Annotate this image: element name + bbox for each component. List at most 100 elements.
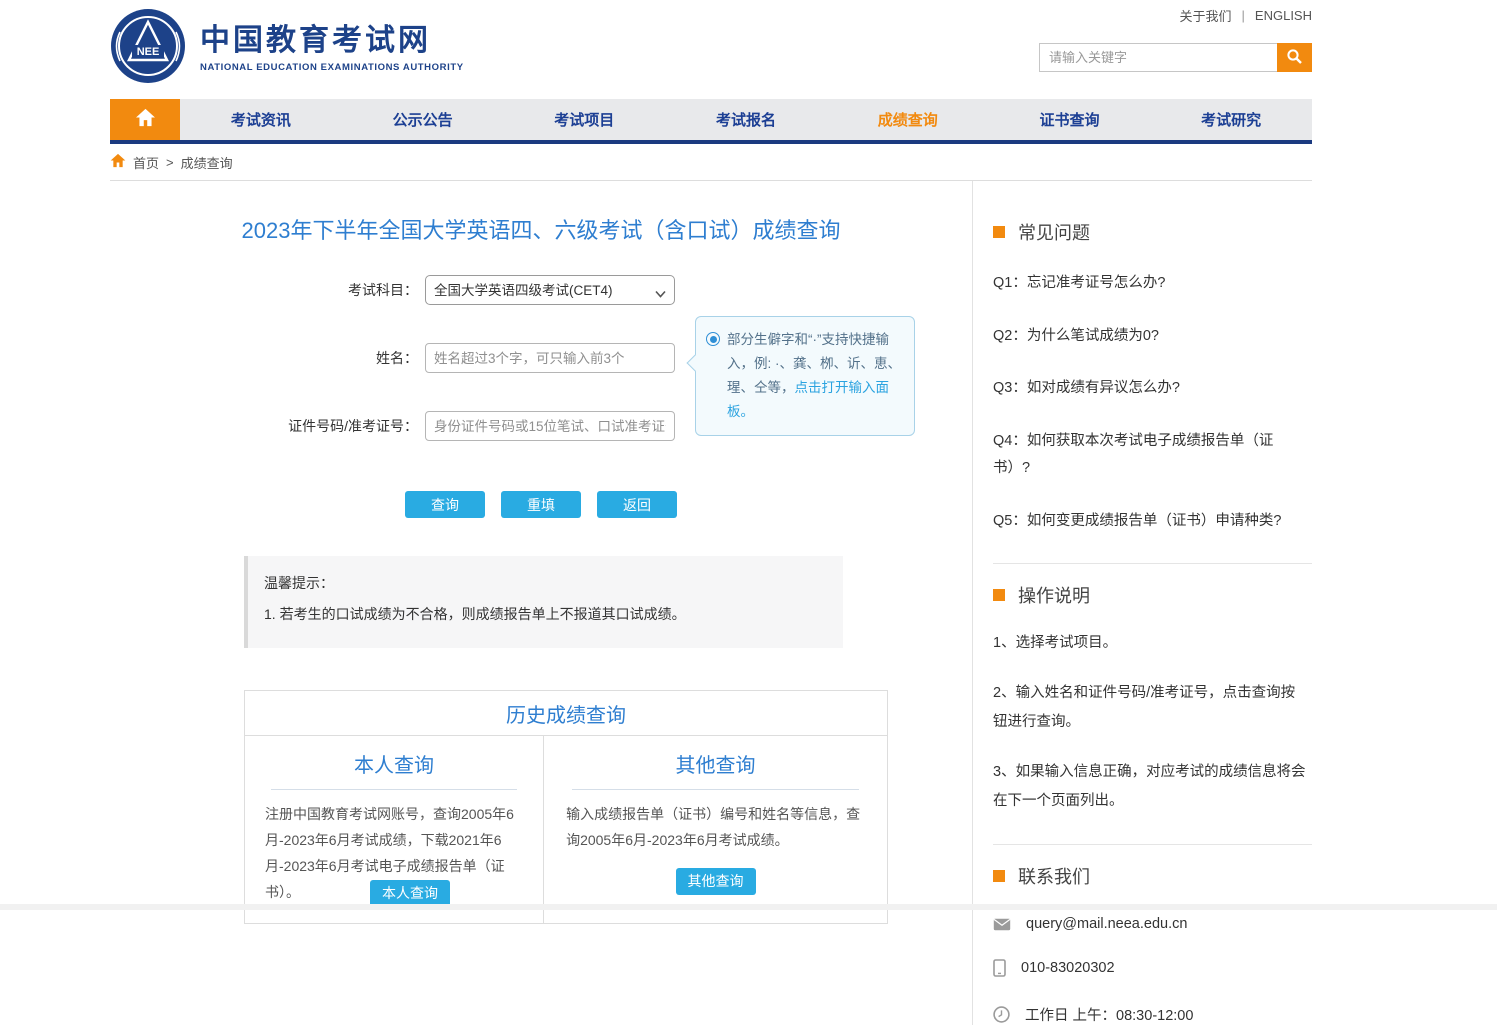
home-icon <box>135 108 156 132</box>
other-query-button[interactable]: 其他查询 <box>676 868 756 895</box>
self-query-rule <box>271 789 517 790</box>
breadcrumb-separator: > <box>166 155 174 170</box>
form-buttons: 查询 重填 返回 <box>110 491 972 518</box>
nav-item-exam-research[interactable]: 考试研究 <box>1150 99 1312 140</box>
history-columns: 本人查询 注册中国教育考试网账号，查询2005年6月-2023年6月考试成绩，下… <box>245 736 887 923</box>
name-row: 姓名： 部分生僻字和“·”支持快捷输入，例: ·、龚、栁、䜣、恵、瑆、仝等，点击… <box>110 343 972 373</box>
faq-item-q1[interactable]: Q1：忘记准考证号怎么办? <box>993 270 1312 298</box>
breadcrumb-home-link[interactable]: 首页 <box>133 153 159 172</box>
subject-row: 考试科目： 全国大学英语四级考试(CET4) <box>110 275 972 305</box>
id-number-input[interactable] <box>425 411 675 441</box>
tooltip-arrow <box>687 355 704 372</box>
contact-heading: 联系我们 <box>993 863 1312 889</box>
contact-hours: 工作日 上午：08:30-12:00 <box>1025 1004 1193 1025</box>
search-input[interactable] <box>1039 43 1277 72</box>
top-links: 关于我们 | ENGLISH <box>1180 6 1312 25</box>
instruction-step-1: 1、选择考试项目。 <box>993 629 1312 658</box>
contact-hours-row: 工作日 上午：08:30-12:00 <box>993 1004 1312 1025</box>
svg-text:NEE: NEE <box>137 46 160 58</box>
site-subtitle: NATIONAL EDUCATION EXAMINATIONS AUTHORIT… <box>200 62 464 73</box>
nav-item-score-query[interactable]: 成绩查询 <box>827 99 989 140</box>
nav-item-certificate-query[interactable]: 证书查询 <box>989 99 1151 140</box>
site-title: 中国教育考试网 <box>200 24 464 59</box>
page: NEE 中国教育考试网 NATIONAL EDUCATION EXAMINATI… <box>0 0 1497 910</box>
self-query-heading: 本人查询 <box>265 749 523 778</box>
main-column: 2023年下半年全国大学英语四、六级考试（含口试）成绩查询 考试科目： 全国大学… <box>110 181 973 1025</box>
nav-item-announcements[interactable]: 公示公告 <box>342 99 504 140</box>
faq-heading: 常见问题 <box>993 219 1312 245</box>
breadcrumb-current: 成绩查询 <box>181 153 233 172</box>
instruction-step-2: 2、输入姓名和证件号码/准考证号，点击查询按钮进行查询。 <box>993 679 1312 737</box>
exam-subject-select[interactable]: 全国大学英语四级考试(CET4) <box>425 275 675 305</box>
history-query-box: 历史成绩查询 本人查询 注册中国教育考试网账号，查询2005年6月-2023年6… <box>244 690 888 924</box>
contact-email: query@mail.neea.edu.cn <box>1026 916 1187 932</box>
back-button[interactable]: 返回 <box>597 491 677 518</box>
history-title: 历史成绩查询 <box>245 691 887 736</box>
self-query-desc: 注册中国教育考试网账号，查询2005年6月-2023年6月考试成绩，下载2021… <box>265 802 523 907</box>
other-query-panel: 其他查询 输入成绩报告单（证书）编号和姓名等信息，查询2005年6月-2023年… <box>543 736 887 923</box>
query-button[interactable]: 查询 <box>405 491 485 518</box>
reset-button[interactable]: 重填 <box>501 491 581 518</box>
tooltip-text: 部分生僻字和“·”支持快捷输入，例: ·、龚、栁、䜣、恵、瑆、仝等，点击打开输入… <box>727 328 902 424</box>
tips-line-1: 1. 若考生的口试成绩为不合格，则成绩报告单上不报道其口试成绩。 <box>264 604 823 624</box>
nav-item-exam-news[interactable]: 考试资讯 <box>180 99 342 140</box>
other-query-desc: 输入成绩报告单（证书）编号和姓名等信息，查询2005年6月-2023年6月考试成… <box>566 802 865 854</box>
contact-phone-row: 010-83020302 <box>993 959 1312 977</box>
name-label: 姓名： <box>110 348 425 368</box>
content: 2023年下半年全国大学英语四、六级考试（含口试）成绩查询 考试科目： 全国大学… <box>110 181 1312 1025</box>
neea-emblem-icon: NEE <box>110 8 186 89</box>
sidebar-divider-2 <box>993 844 1312 845</box>
instructions-heading: 操作说明 <box>993 582 1312 608</box>
contact-heading-text: 联系我们 <box>1018 863 1090 889</box>
site-logo[interactable]: NEE 中国教育考试网 NATIONAL EDUCATION EXAMINATI… <box>110 8 464 89</box>
faq-item-q4[interactable]: Q4：如何获取本次考试电子成绩报告单（证书）? <box>993 428 1312 483</box>
id-label: 证件号码/准考证号： <box>110 416 425 436</box>
sidebar-divider-1 <box>993 563 1312 564</box>
radio-bullet-icon <box>706 332 720 346</box>
sidebar: 常见问题 Q1：忘记准考证号怎么办? Q2：为什么笔试成绩为0? Q3：如对成绩… <box>973 181 1312 1025</box>
faq-item-q2[interactable]: Q2：为什么笔试成绩为0? <box>993 323 1312 351</box>
nav-item-exam-registration[interactable]: 考试报名 <box>665 99 827 140</box>
contact-email-row: query@mail.neea.edu.cn <box>993 916 1312 932</box>
faq-item-q3[interactable]: Q3：如对成绩有异议怎么办? <box>993 375 1312 403</box>
score-query-form: 考试科目： 全国大学英语四级考试(CET4) 姓名： <box>110 275 972 518</box>
warm-tips-box: 温馨提示： 1. 若考生的口试成绩为不合格，则成绩报告单上不报道其口试成绩。 <box>244 556 843 648</box>
phone-icon <box>993 959 1006 977</box>
faq-item-q5[interactable]: Q5：如何变更成绩报告单（证书）申请种类? <box>993 508 1312 536</box>
orange-square-icon <box>993 589 1005 601</box>
breadcrumb: 首页 > 成绩查询 <box>110 144 1312 181</box>
nav-item-exam-programs[interactable]: 考试项目 <box>503 99 665 140</box>
orange-square-icon <box>993 226 1005 238</box>
instruction-step-3: 3、如果输入信息正确，对应考试的成绩信息将会在下一个页面列出。 <box>993 758 1312 816</box>
other-query-heading: 其他查询 <box>566 749 865 778</box>
page-title: 2023年下半年全国大学英语四、六级考试（含口试）成绩查询 <box>110 213 972 245</box>
instructions-heading-text: 操作说明 <box>1018 582 1090 608</box>
envelope-icon <box>993 918 1011 931</box>
nav-home-button[interactable] <box>110 99 180 140</box>
top-links-divider: | <box>1242 8 1245 23</box>
english-link[interactable]: ENGLISH <box>1255 8 1312 23</box>
clock-icon <box>993 1006 1010 1023</box>
contact-phone: 010-83020302 <box>1021 960 1115 976</box>
faq-heading-text: 常见问题 <box>1018 219 1090 245</box>
subject-label: 考试科目： <box>110 280 425 300</box>
footer-strip <box>0 904 1497 910</box>
self-query-button[interactable]: 本人查询 <box>370 880 450 907</box>
search-button[interactable] <box>1277 43 1312 72</box>
subject-select-wrap: 全国大学英语四级考试(CET4) <box>425 275 675 305</box>
self-query-panel: 本人查询 注册中国教育考试网账号，查询2005年6月-2023年6月考试成绩，下… <box>245 736 543 923</box>
faq-list: Q1：忘记准考证号怎么办? Q2：为什么笔试成绩为0? Q3：如对成绩有异议怎么… <box>993 270 1312 535</box>
logo-text: 中国教育考试网 NATIONAL EDUCATION EXAMINATIONS … <box>200 24 464 73</box>
main-nav: 考试资讯 公示公告 考试项目 考试报名 成绩查询 证书查询 考试研究 <box>110 99 1312 144</box>
other-query-rule <box>572 789 859 790</box>
search-icon <box>1286 48 1303 68</box>
orange-square-icon <box>993 870 1005 882</box>
name-input[interactable] <box>425 343 675 373</box>
instructions-list: 1、选择考试项目。 2、输入姓名和证件号码/准考证号，点击查询按钮进行查询。 3… <box>993 629 1312 816</box>
header: NEE 中国教育考试网 NATIONAL EDUCATION EXAMINATI… <box>0 0 1497 99</box>
about-us-link[interactable]: 关于我们 <box>1180 6 1232 25</box>
id-row: 证件号码/准考证号： <box>110 411 972 441</box>
tips-title: 温馨提示： <box>264 573 823 593</box>
breadcrumb-home-icon <box>110 153 126 171</box>
search-box <box>1039 43 1312 72</box>
